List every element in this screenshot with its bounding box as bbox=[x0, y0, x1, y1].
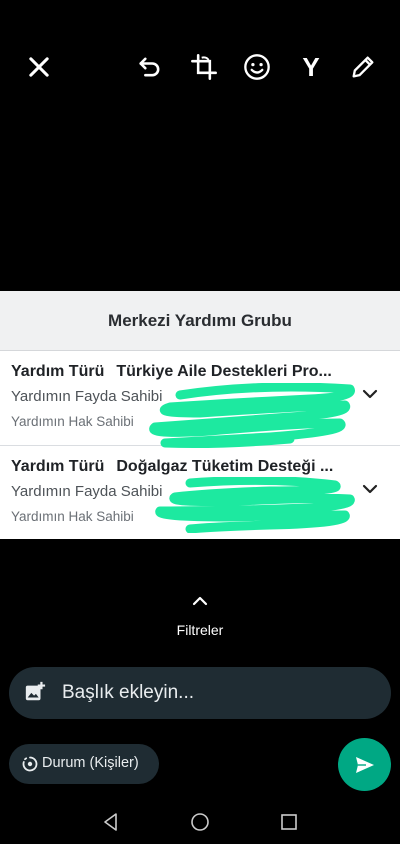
nav-home-button[interactable] bbox=[186, 808, 214, 836]
draw-button[interactable] bbox=[346, 50, 380, 84]
card-title: Merkezi Yardımı Grubu bbox=[108, 310, 292, 330]
emoji-button[interactable] bbox=[240, 50, 274, 84]
add-image-icon[interactable] bbox=[24, 681, 46, 703]
undo-icon bbox=[139, 57, 160, 77]
chevron-up-icon[interactable] bbox=[190, 594, 210, 608]
nav-recents-button[interactable] bbox=[275, 808, 303, 836]
close-icon bbox=[29, 57, 49, 77]
chevron-down-icon bbox=[362, 389, 378, 399]
home-icon bbox=[191, 813, 209, 831]
aid-type: Yardım Türü Türkiye Aile Destekleri Pro..… bbox=[11, 363, 332, 381]
aid-type-value: Doğalgaz Tüketim Desteği ... bbox=[116, 458, 334, 475]
send-icon bbox=[355, 756, 374, 773]
holder-label: Yardımın Hak Sahibi bbox=[11, 509, 134, 524]
undo-button[interactable] bbox=[133, 50, 167, 84]
aid-type-value: Türkiye Aile Destekleri Pro... bbox=[116, 363, 332, 380]
close-button[interactable] bbox=[22, 50, 56, 84]
status-audience-button[interactable]: Durum (Kişiler) bbox=[9, 744, 159, 784]
back-icon bbox=[104, 813, 117, 831]
chevron-down-icon bbox=[362, 484, 378, 494]
emoji-icon bbox=[244, 54, 270, 80]
recents-icon bbox=[281, 814, 297, 830]
text-tool-button[interactable]: Y bbox=[294, 50, 328, 84]
caption-input-bar[interactable]: Başlık ekleyin... bbox=[9, 667, 391, 719]
status-icon bbox=[22, 756, 38, 772]
text-tool-label: Y bbox=[302, 51, 320, 82]
crop-rotate-icon bbox=[191, 54, 217, 80]
aid-type-label: Yardım Türü bbox=[11, 458, 105, 475]
aid-type-label: Yardım Türü bbox=[11, 363, 105, 380]
holder-label: Yardımın Hak Sahibi bbox=[11, 414, 134, 429]
filters-label[interactable]: Filtreler bbox=[0, 622, 400, 638]
redaction-scribble bbox=[155, 477, 355, 533]
aid-type: Yardım Türü Doğalgaz Tüketim Desteği ... bbox=[11, 458, 333, 476]
status-audience-label: Durum (Kişiler) bbox=[42, 755, 139, 771]
send-button[interactable] bbox=[338, 738, 391, 791]
redaction-scribble bbox=[149, 383, 355, 448]
card-header: Merkezi Yardımı Grubu bbox=[0, 291, 400, 351]
beneficiary-label: Yardımın Fayda Sahibi bbox=[11, 483, 163, 500]
nav-back-button[interactable] bbox=[97, 808, 125, 836]
crop-rotate-button[interactable] bbox=[187, 50, 221, 84]
edited-image: Merkezi Yardımı Grubu Yardım Türü Türkiye… bbox=[0, 291, 400, 539]
caption-input[interactable]: Başlık ekleyin... bbox=[62, 682, 194, 704]
pencil-icon bbox=[352, 56, 374, 78]
